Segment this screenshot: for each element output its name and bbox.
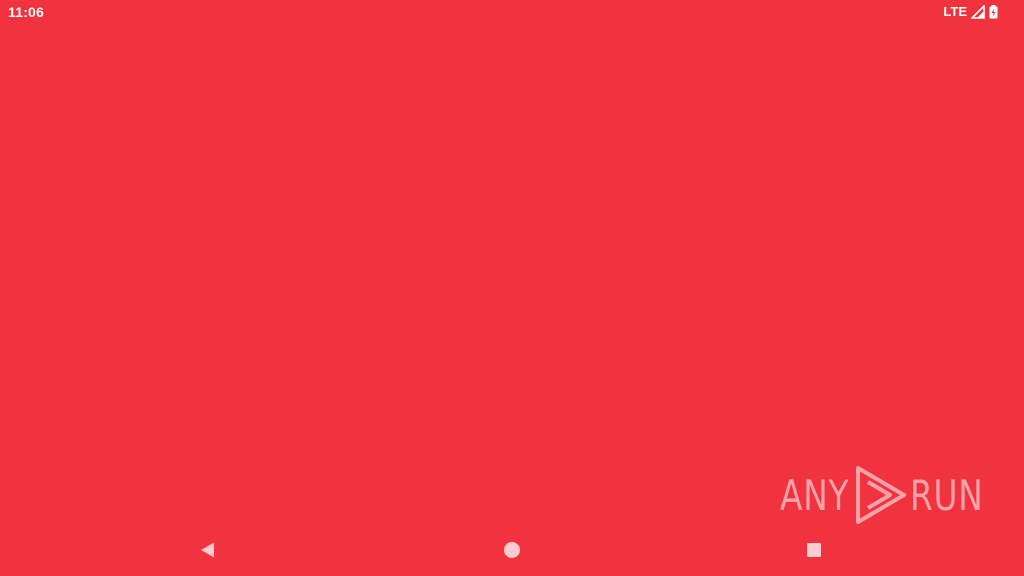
- network-type: LTE: [943, 4, 967, 19]
- home-icon: [503, 541, 521, 564]
- status-indicators: LTE: [943, 4, 998, 19]
- watermark-left-text: ANY: [780, 470, 850, 520]
- play-triangle-icon: [852, 462, 910, 528]
- back-icon: [199, 541, 217, 564]
- signal-icon: [971, 4, 985, 19]
- watermark: ANY RUN: [780, 462, 984, 528]
- back-button[interactable]: [196, 542, 220, 562]
- recents-button[interactable]: [802, 542, 826, 562]
- home-button[interactable]: [500, 541, 524, 564]
- app-screen: 11:06 LTE ANY RUN: [0, 0, 1024, 576]
- recents-icon: [805, 541, 823, 564]
- battery-charging-icon: [989, 4, 998, 19]
- watermark-right-text: RUN: [910, 470, 984, 520]
- status-bar: 11:06 LTE: [0, 0, 1024, 24]
- status-time: 11:06: [8, 4, 45, 20]
- navigation-bar: [0, 528, 1024, 576]
